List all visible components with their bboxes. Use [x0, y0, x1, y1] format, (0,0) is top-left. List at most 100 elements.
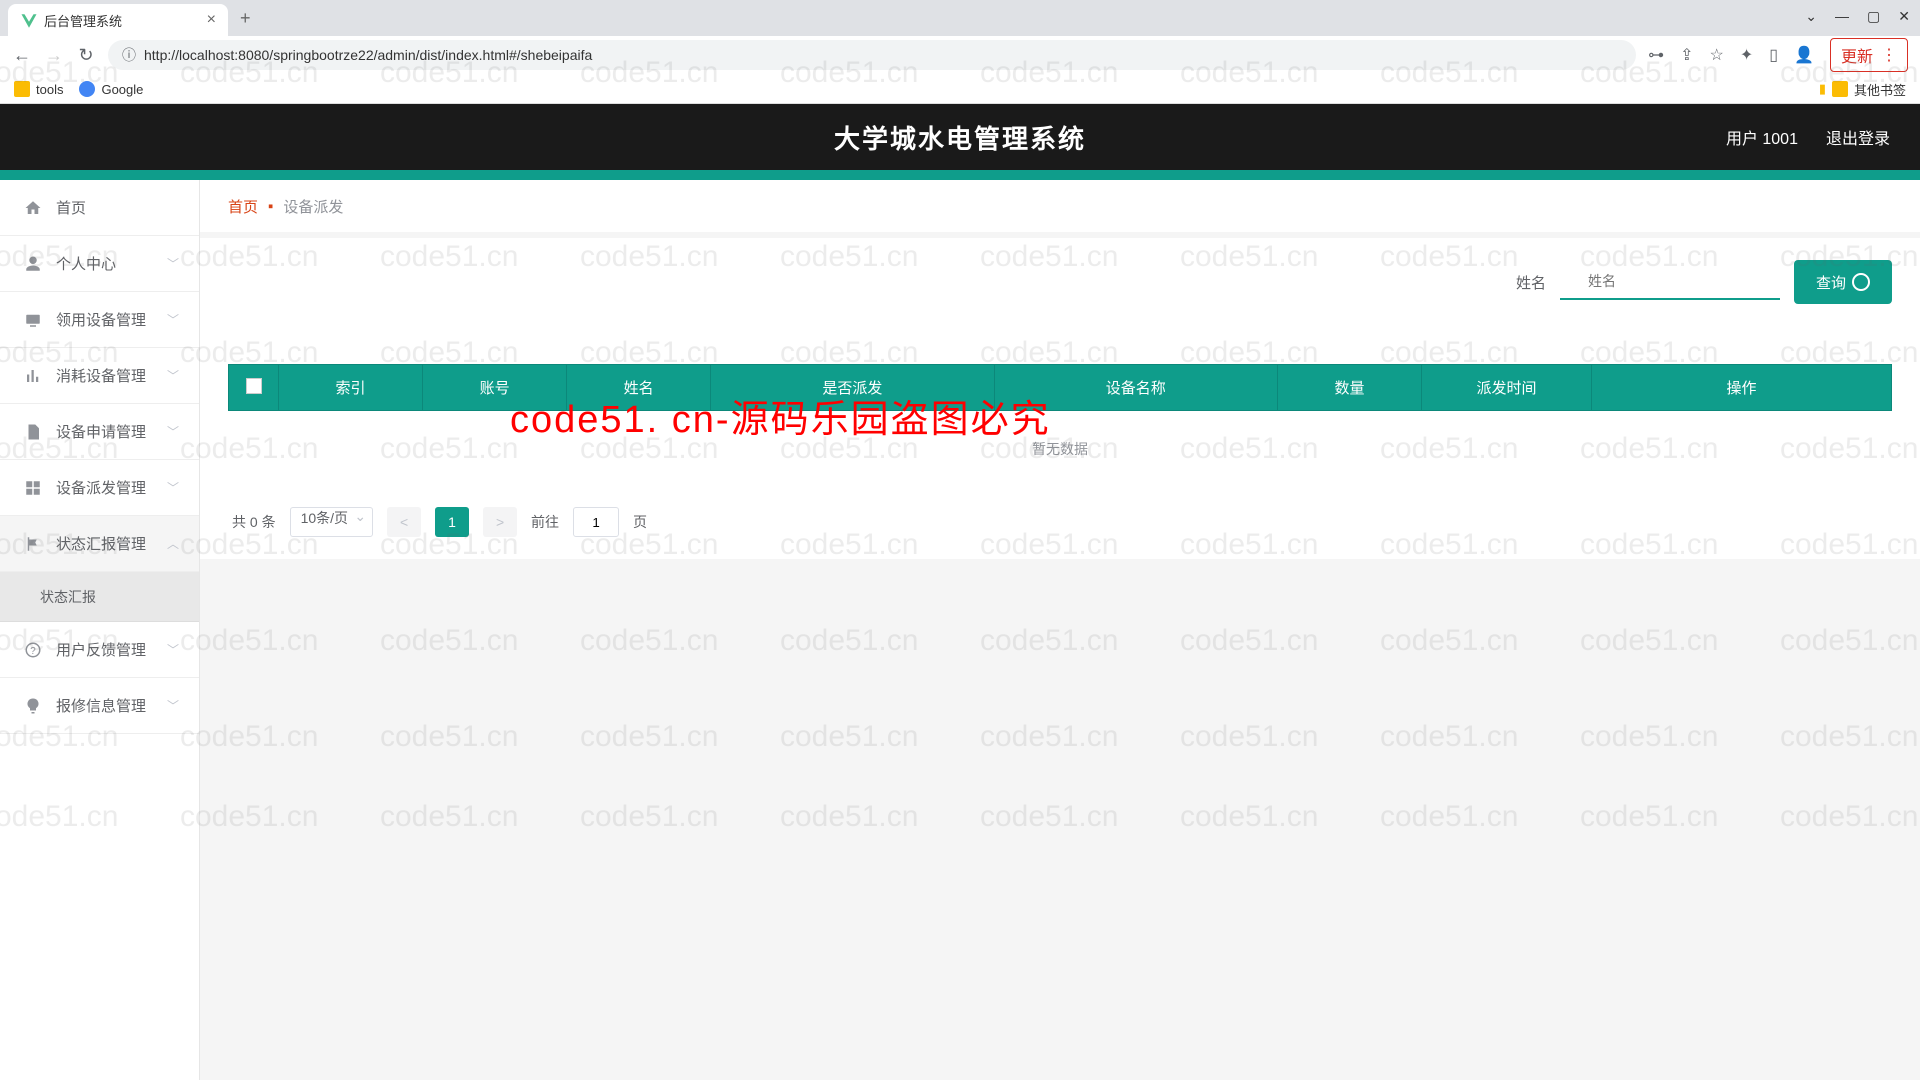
sidebar-item-8[interactable]: 报修信息管理﹀	[0, 678, 199, 734]
chevron-down-icon: ﹀	[167, 367, 179, 384]
sidebar-item-label: 消耗设备管理	[56, 365, 146, 386]
back-icon[interactable]: ←	[12, 45, 32, 66]
url-field[interactable]: ⓘ http://localhost:8080/springbootrze22/…	[108, 40, 1636, 70]
star-icon[interactable]: ☆	[1710, 45, 1724, 65]
sidebar-item-label: 领用设备管理	[56, 309, 146, 330]
pager: 共 0 条 10条/页 ⌄ < 1 > 前往 页	[228, 507, 1892, 537]
logout-link[interactable]: 退出登录	[1826, 125, 1890, 149]
sidebar-subitem[interactable]: 状态汇报	[0, 572, 199, 622]
help-icon: ?	[24, 641, 44, 659]
th-checkbox[interactable]	[229, 365, 279, 411]
browser-chrome: 后台管理系统 × + ⌄ — ▢ ✕ ← → ↻ ⓘ http://localh…	[0, 0, 1920, 104]
sidebar-item-label: 状态汇报管理	[56, 533, 146, 554]
sidebar-item-5[interactable]: 设备派发管理﹀	[0, 460, 199, 516]
pager-goto-input[interactable]	[573, 507, 619, 537]
window-controls: ⌄ — ▢ ✕	[1805, 8, 1910, 25]
chevron-down-icon: ﹀	[167, 311, 179, 328]
checkbox-icon[interactable]	[246, 378, 262, 394]
breadcrumb: 首页 ▪ 设备派发	[200, 180, 1920, 232]
th-qty: 数量	[1277, 365, 1421, 411]
tab-bar: 后台管理系统 × + ⌄ — ▢ ✕	[0, 0, 1920, 36]
bookmark-bar: tools Google ▮其他书签	[0, 74, 1920, 104]
chevron-down-icon: ﹀	[167, 697, 179, 714]
chart-icon	[24, 367, 44, 385]
profile-icon[interactable]: 👤	[1794, 45, 1814, 65]
th-time: 派发时间	[1422, 365, 1592, 411]
key-icon[interactable]: ⊶	[1648, 45, 1664, 65]
sidebar-item-6[interactable]: 状态汇报管理 ︿	[0, 516, 199, 572]
pager-total: 共 0 条	[232, 512, 276, 532]
breadcrumb-home[interactable]: 首页	[228, 196, 258, 217]
th-dispatched: 是否派发	[711, 365, 994, 411]
device-icon	[24, 311, 44, 329]
address-bar: ← → ↻ ⓘ http://localhost:8080/springboot…	[0, 36, 1920, 74]
bookmark-other[interactable]: ▮其他书签	[1819, 80, 1906, 99]
sidebar: 首页个人中心﹀领用设备管理﹀消耗设备管理﹀设备申请管理﹀设备派发管理﹀状态汇报管…	[0, 180, 200, 1080]
search-label: 姓名	[1516, 272, 1546, 293]
share-icon[interactable]: ⇪	[1680, 45, 1693, 65]
folder-icon	[1832, 81, 1848, 97]
search-button[interactable]: 查询	[1794, 260, 1892, 304]
pager-goto-suffix: 页	[633, 512, 647, 532]
close-window-icon[interactable]: ✕	[1898, 8, 1910, 25]
sidebar-item-label: 设备派发管理	[56, 477, 146, 498]
sidebar-item-7[interactable]: ? 用户反馈管理 ﹀	[0, 622, 199, 678]
maximize-icon[interactable]: ▢	[1867, 8, 1880, 25]
sidebar-item-label: 个人中心	[56, 253, 116, 274]
vue-icon	[20, 12, 36, 28]
sidebar-item-0[interactable]: 首页	[0, 180, 199, 236]
app-title: 大学城水电管理系统	[0, 119, 1920, 156]
th-index: 索引	[279, 365, 423, 411]
sidebar-item-3[interactable]: 消耗设备管理 ﹀	[0, 348, 199, 404]
search-row: 姓名 查询	[228, 260, 1892, 304]
breadcrumb-current: 设备派发	[283, 196, 343, 217]
table: 索引 账号 姓名 是否派发 设备名称 数量 派发时间 操作 暂无数据	[228, 364, 1892, 487]
grid-icon	[24, 479, 44, 497]
pager-next-button[interactable]: >	[483, 507, 517, 537]
sidebar-item-1[interactable]: 个人中心 ﹀	[0, 236, 199, 292]
breadcrumb-sep-icon: ▪	[268, 198, 273, 215]
app-header: 大学城水电管理系统 用户 1001 退出登录	[0, 104, 1920, 180]
flag-icon	[24, 535, 44, 553]
browser-tab[interactable]: 后台管理系统 ×	[8, 4, 228, 36]
bookmark-google[interactable]: Google	[79, 81, 143, 97]
user-label[interactable]: 用户 1001	[1726, 125, 1798, 149]
pager-prev-button[interactable]: <	[387, 507, 421, 537]
user-icon	[24, 255, 44, 273]
dropdown-icon[interactable]: ⌄	[1805, 8, 1817, 25]
reload-icon[interactable]: ↻	[76, 45, 96, 66]
minimize-icon[interactable]: —	[1835, 8, 1849, 25]
pager-goto-label: 前往	[531, 512, 559, 532]
sidebar-item-label: 首页	[56, 197, 86, 218]
pager-page-1[interactable]: 1	[435, 507, 469, 537]
sidebar-item-2[interactable]: 领用设备管理 ﹀	[0, 292, 199, 348]
pager-pagesize-select[interactable]: 10条/页 ⌄	[290, 507, 373, 537]
chevron-down-icon: ⌄	[354, 508, 366, 525]
bulb-icon	[24, 697, 44, 715]
extension-icon[interactable]: ✦	[1740, 45, 1753, 65]
search-input[interactable]	[1560, 264, 1780, 300]
search-input-wrap	[1560, 264, 1780, 300]
new-tab-icon[interactable]: +	[240, 8, 251, 29]
th-name: 姓名	[567, 365, 711, 411]
chevron-down-icon: ﹀	[167, 641, 179, 658]
chevron-up-icon: ︿	[167, 535, 179, 552]
info-icon: ⓘ	[122, 45, 136, 65]
content: 首页 ▪ 设备派发 姓名 查询 索引 账号 姓名 是否派发	[200, 180, 1920, 1080]
folder-icon	[14, 81, 30, 97]
doc-icon	[24, 423, 44, 441]
chevron-down-icon: ﹀	[167, 255, 179, 272]
chevron-down-icon: ﹀	[167, 423, 179, 440]
update-button[interactable]: 更新	[1830, 38, 1908, 72]
bookmark-tools[interactable]: tools	[14, 81, 63, 97]
google-icon	[79, 81, 95, 97]
tab-title: 后台管理系统	[44, 11, 207, 30]
home-icon	[24, 199, 44, 217]
close-tab-icon[interactable]: ×	[207, 11, 216, 29]
panel-icon[interactable]: ▯	[1769, 45, 1778, 65]
forward-icon[interactable]: →	[44, 45, 64, 66]
sidebar-item-label: 用户反馈管理	[56, 639, 146, 660]
main: 首页个人中心﹀领用设备管理﹀消耗设备管理﹀设备申请管理﹀设备派发管理﹀状态汇报管…	[0, 180, 1920, 1080]
th-account: 账号	[423, 365, 567, 411]
sidebar-item-4[interactable]: 设备申请管理﹀	[0, 404, 199, 460]
